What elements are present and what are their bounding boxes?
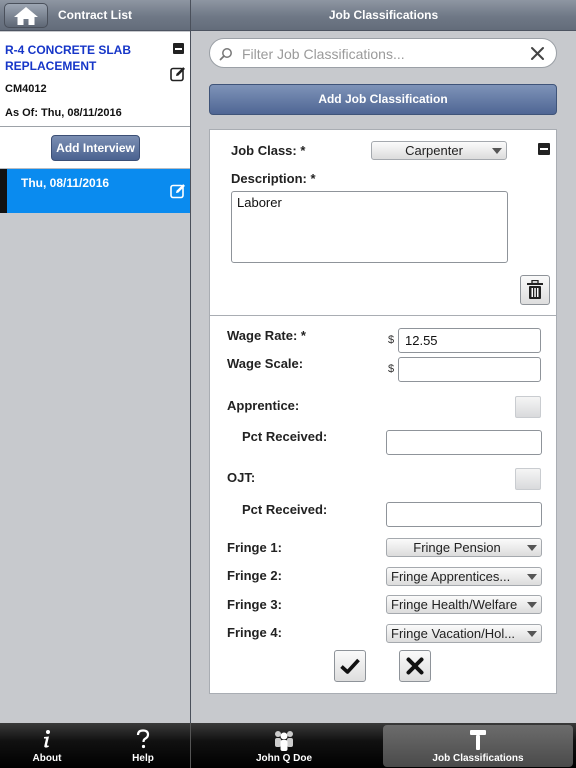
wage-scale-label: Wage Scale: — [227, 356, 304, 371]
tab-help[interactable]: Help — [108, 723, 178, 768]
wage-scale-currency: $ — [388, 363, 395, 375]
tab-user-label: John Q Doe — [255, 753, 313, 764]
add-interview-button[interactable]: Add Interview — [51, 135, 140, 161]
wage-rate-input[interactable]: 12.55 — [398, 328, 541, 353]
filter-search-field[interactable]: Filter Job Classifications... — [209, 38, 557, 68]
ojt-toggle[interactable] — [515, 468, 541, 490]
contract-list-panel: R-4 CONCRETE SLAB REPLACEMENT CM4012 As … — [0, 32, 190, 723]
edit-contract-icon[interactable] — [170, 66, 186, 82]
fringe-1-select[interactable]: Fringe Pension — [386, 538, 542, 557]
ojt-pct-input[interactable] — [386, 502, 542, 527]
interview-date: Thu, 08/11/2016 — [21, 176, 110, 190]
info-icon — [44, 730, 50, 748]
collapse-icon[interactable] — [173, 43, 184, 54]
checkmark-icon — [340, 658, 360, 674]
job-class-value: Carpenter — [405, 143, 463, 158]
interview-actions: Add Interview — [0, 127, 190, 169]
dropdown-arrow-icon — [527, 602, 537, 608]
contract-number: CM4012 — [5, 83, 47, 95]
dropdown-arrow-icon — [492, 148, 502, 154]
wage-rate-currency: $ — [388, 334, 395, 346]
fringe-3-label: Fringe 3: — [227, 597, 282, 612]
fringe-4-value: Fringe Vacation/Hol... — [391, 626, 516, 641]
job-classifications-panel: Filter Job Classifications... Add Job Cl… — [191, 32, 576, 723]
job-classification-form: Job Class: * Carpenter Description: * La… — [209, 129, 557, 694]
ojt-label: OJT: — [227, 470, 256, 485]
dropdown-arrow-icon — [527, 545, 537, 551]
home-button[interactable] — [4, 3, 48, 28]
tab-job-classifications-label: Job Classifications — [432, 753, 524, 764]
apprentice-toggle[interactable] — [515, 396, 541, 418]
add-job-classification-button[interactable]: Add Job Classification — [209, 84, 557, 115]
save-button[interactable] — [334, 650, 366, 682]
fringe-2-select[interactable]: Fringe Apprentices... — [386, 567, 542, 586]
collapse-section-icon[interactable] — [538, 143, 550, 155]
description-textarea[interactable]: Laborer — [231, 191, 508, 263]
fringe-3-value: Fringe Health/Welfare — [391, 597, 518, 612]
fringe-1-value: Fringe Pension — [413, 540, 501, 555]
selection-indicator — [0, 169, 7, 213]
apprentice-pct-label: Pct Received: — [242, 429, 328, 444]
fringe-4-label: Fringe 4: — [227, 625, 282, 640]
fringe-2-label: Fringe 2: — [227, 568, 282, 583]
contract-list-title: Contract List — [58, 8, 133, 22]
job-class-label: Job Class: * — [231, 143, 306, 158]
dropdown-arrow-icon — [527, 631, 537, 637]
wage-scale-input[interactable] — [398, 357, 541, 382]
tab-help-label: Help — [132, 753, 154, 764]
tab-about-label: About — [32, 753, 62, 764]
apprentice-pct-input[interactable] — [386, 430, 542, 455]
close-icon — [406, 657, 424, 675]
tab-bar-divider — [190, 723, 191, 768]
description-label: Description: * — [231, 171, 316, 186]
contract-card[interactable]: R-4 CONCRETE SLAB REPLACEMENT CM4012 As … — [0, 32, 190, 127]
fringe-4-select[interactable]: Fringe Vacation/Hol... — [386, 624, 542, 643]
section-divider — [210, 315, 556, 316]
cancel-button[interactable] — [399, 650, 431, 682]
trash-icon — [527, 280, 543, 299]
delete-button[interactable] — [520, 275, 550, 305]
hammer-icon — [470, 730, 486, 750]
fringe-2-value: Fringe Apprentices... — [391, 569, 511, 584]
question-icon — [136, 729, 150, 749]
contract-title: R-4 CONCRETE SLAB REPLACEMENT — [5, 43, 132, 73]
contract-as-of-date: As Of: Thu, 08/11/2016 — [5, 107, 122, 119]
apprentice-label: Apprentice: — [227, 398, 300, 413]
wage-rate-label: Wage Rate: * — [227, 328, 306, 343]
left-header-bar: Contract List — [0, 0, 190, 31]
bottom-tab-bar: About Help John Q Doe Job Classification… — [0, 723, 576, 768]
fringe-1-label: Fringe 1: — [227, 540, 282, 555]
interview-row-selected[interactable]: Thu, 08/11/2016 — [0, 169, 190, 213]
filter-placeholder: Filter Job Classifications... — [242, 46, 405, 62]
search-icon — [219, 48, 232, 61]
ojt-pct-label: Pct Received: — [242, 502, 328, 517]
tab-about[interactable]: About — [12, 723, 82, 768]
edit-interview-icon[interactable] — [170, 183, 186, 199]
users-icon — [275, 731, 293, 751]
tab-job-classifications[interactable]: Job Classifications — [383, 725, 573, 767]
tab-user[interactable]: John Q Doe — [234, 723, 334, 768]
home-icon — [14, 6, 38, 25]
job-classifications-header: Job Classifications — [191, 0, 576, 31]
job-class-select[interactable]: Carpenter — [371, 141, 507, 160]
dropdown-arrow-icon — [527, 574, 537, 580]
clear-filter-icon[interactable] — [530, 46, 545, 61]
page-title: Job Classifications — [328, 8, 439, 22]
fringe-3-select[interactable]: Fringe Health/Welfare — [386, 595, 542, 614]
